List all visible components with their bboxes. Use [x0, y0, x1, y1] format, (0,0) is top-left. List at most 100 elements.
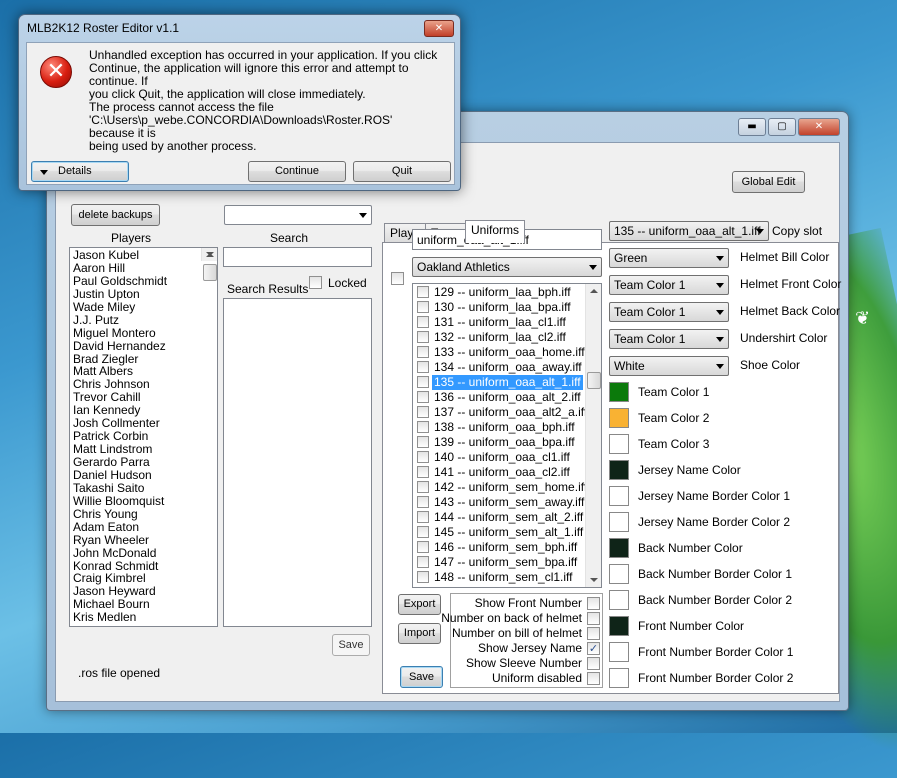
player-list-item[interactable]: Daniel Hudson [70, 468, 217, 482]
helmet-bill-select[interactable]: Green [609, 248, 729, 268]
players-scrollbar[interactable] [201, 248, 217, 281]
export-button[interactable]: Export [398, 594, 441, 615]
uniform-list-item[interactable]: 133 -- uniform_oaa_home.iff [415, 345, 585, 360]
color-swatch[interactable] [609, 434, 629, 454]
uniform-checkbox[interactable] [417, 331, 429, 343]
uniform-list-item[interactable]: 129 -- uniform_laa_bph.iff [415, 285, 585, 300]
uniform-checkbox[interactable] [417, 481, 429, 493]
search-input[interactable] [223, 247, 372, 267]
helmet-front-select[interactable]: Team Color 1 [609, 275, 729, 295]
uniform-list-item[interactable]: 135 -- uniform_oaa_alt_1.iff [415, 375, 585, 390]
uniform-list-item[interactable]: 130 -- uniform_laa_bpa.iff [415, 300, 585, 315]
uniform-save-button[interactable]: Save [400, 666, 443, 688]
maximize-button[interactable]: ▢ [768, 118, 796, 136]
uniform-list-item[interactable]: 144 -- uniform_sem_alt_2.iff [415, 510, 585, 525]
color-swatch[interactable] [609, 382, 629, 402]
uniform-checkbox[interactable] [417, 421, 429, 433]
uniform-list-item[interactable]: 132 -- uniform_laa_cl2.iff [415, 330, 585, 345]
tab-uniforms[interactable]: Uniforms [465, 220, 526, 243]
color-swatch[interactable] [609, 408, 629, 428]
player-list-item[interactable]: Justin Upton [70, 287, 217, 301]
uniform-list-item[interactable]: 145 -- uniform_sem_alt_1.iff [415, 525, 585, 540]
uniform-option-checkbox[interactable] [587, 657, 600, 670]
uniform-checkbox[interactable] [417, 376, 429, 388]
scroll-thumb[interactable] [587, 372, 601, 389]
uniform-list-item[interactable]: 148 -- uniform_sem_cl1.iff [415, 570, 585, 585]
uniform-checkbox[interactable] [417, 361, 429, 373]
uniform-checkbox[interactable] [417, 286, 429, 298]
import-button[interactable]: Import [398, 623, 441, 644]
delete-backups-button[interactable]: delete backups [71, 204, 160, 226]
copy-slot-select[interactable]: 135 -- uniform_oaa_alt_1.iff [609, 221, 769, 241]
color-swatch[interactable] [609, 538, 629, 558]
player-list-item[interactable]: John McDonald [70, 546, 217, 560]
player-list-item[interactable]: Miguel Montero [70, 326, 217, 340]
players-list[interactable]: Jason Kubel Aaron Hill Paul Goldschmidt Jus… [69, 247, 218, 627]
color-swatch[interactable] [609, 564, 629, 584]
close-button[interactable]: ✕ [798, 118, 840, 136]
uniform-list-item[interactable]: 146 -- uniform_sem_bph.iff [415, 540, 585, 555]
uniform-list-item[interactable]: 141 -- uniform_oaa_cl2.iff [415, 465, 585, 480]
uniform-option-checkbox[interactable] [587, 597, 600, 610]
uniform-checkbox[interactable] [417, 556, 429, 568]
player-list-item[interactable]: Chris Young [70, 507, 217, 521]
color-swatch[interactable] [609, 460, 629, 480]
dialog-close-button[interactable]: ✕ [424, 20, 454, 37]
minimize-button[interactable]: ▬ [738, 118, 766, 136]
uniform-list-item[interactable]: 131 -- uniform_laa_cl1.iff [415, 315, 585, 330]
team-select[interactable]: Oakland Athletics [412, 257, 602, 277]
player-list-item[interactable]: Paul Goldschmidt [70, 274, 217, 288]
player-list-item[interactable]: Willie Bloomquist [70, 494, 217, 508]
uniform-option-checkbox[interactable] [587, 612, 600, 625]
undershirt-select[interactable]: Team Color 1 [609, 329, 729, 349]
uniform-checkbox[interactable] [417, 451, 429, 463]
uniform-checkbox[interactable] [417, 526, 429, 538]
player-list-item[interactable]: Gerardo Parra [70, 456, 217, 469]
uniform-list-item[interactable]: 139 -- uniform_oaa_bpa.iff [415, 435, 585, 450]
uniforms-checklist[interactable]: 129 -- uniform_laa_bph.iff 130 -- uniform… [412, 283, 602, 588]
search-results-list[interactable] [223, 298, 372, 627]
search-type-combo[interactable] [224, 205, 372, 225]
uniform-list-item[interactable]: 138 -- uniform_oaa_bph.iff [415, 420, 585, 435]
uniform-list-item[interactable]: 142 -- uniform_sem_home.iff [415, 480, 587, 495]
scroll-thumb[interactable] [203, 264, 217, 281]
color-swatch[interactable] [609, 642, 629, 662]
uniform-list-item[interactable]: 134 -- uniform_oaa_away.iff [415, 360, 585, 375]
player-list-item[interactable]: Adam Eaton [70, 520, 217, 534]
color-swatch[interactable] [609, 668, 629, 688]
player-list-item[interactable]: Wade Miley [70, 300, 217, 314]
player-list-item[interactable]: Aaron Hill [70, 261, 217, 275]
color-swatch[interactable] [609, 590, 629, 610]
uniform-checkbox[interactable] [417, 391, 429, 403]
uniform-list-item[interactable]: 147 -- uniform_sem_bpa.iff [415, 555, 585, 570]
uniform-checkbox[interactable] [417, 406, 429, 418]
uniform-checkbox[interactable] [417, 436, 429, 448]
color-swatch[interactable] [609, 512, 629, 532]
uniform-checkbox[interactable] [417, 541, 429, 553]
quit-button[interactable]: Quit [353, 161, 451, 182]
uniform-checkbox[interactable] [417, 571, 429, 583]
continue-button[interactable]: Continue [248, 161, 346, 182]
uniform-checkbox[interactable] [417, 316, 429, 328]
uniform-checkbox[interactable] [417, 466, 429, 478]
player-list-item[interactable]: Ryan Wheeler [70, 533, 217, 547]
uniform-checkbox[interactable] [417, 346, 429, 358]
uniform-list-item[interactable]: 136 -- uniform_oaa_alt_2.iff [415, 390, 585, 405]
details-button[interactable]: Details [31, 161, 129, 182]
color-swatch[interactable] [609, 616, 629, 636]
player-list-item[interactable]: Jason Kubel [70, 249, 217, 262]
uniform-option-checkbox[interactable] [587, 627, 600, 640]
uniform-list-item[interactable]: 137 -- uniform_oaa_alt2_a.iff [415, 405, 587, 420]
uniforms-scrollbar[interactable] [585, 284, 601, 587]
uniform-option-checkbox[interactable] [587, 672, 600, 685]
uniform-checkbox[interactable] [417, 511, 429, 523]
color-swatch[interactable] [609, 486, 629, 506]
shoe-select[interactable]: White [609, 356, 729, 376]
uniform-list-item[interactable]: 143 -- uniform_sem_away.iff [415, 495, 585, 510]
global-edit-button[interactable]: Global Edit [732, 171, 805, 193]
player-list-item[interactable]: Kris Medlen [70, 611, 217, 624]
player-list-item[interactable]: Takashi Saito [70, 481, 217, 495]
helmet-back-select[interactable]: Team Color 1 [609, 302, 729, 322]
player-list-item[interactable]: David Hernandez [70, 339, 217, 353]
uniform-list-item[interactable]: 140 -- uniform_oaa_cl1.iff [415, 450, 585, 465]
